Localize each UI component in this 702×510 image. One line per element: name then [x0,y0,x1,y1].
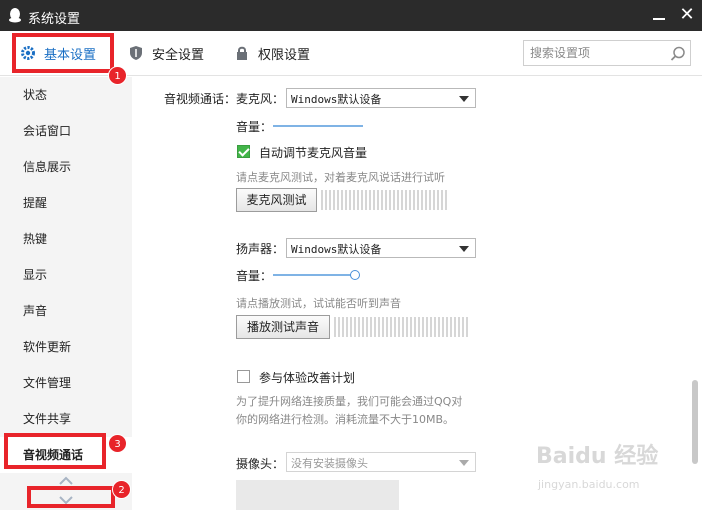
minimize-button[interactable] [648,4,670,26]
mic-level-meter [321,190,447,210]
watermark-logo-text: Baidu 经验 [536,444,659,469]
sidebar-item-sound[interactable]: 声音 [0,293,132,329]
tab-security-settings[interactable]: 安全设置 [128,40,204,66]
dropdown-arrow-icon [459,460,469,466]
auto-adjust-mic-checkbox[interactable] [237,145,250,158]
sidebar-item-display[interactable]: 显示 [0,257,132,293]
sidebar-item-chat-window[interactable]: 会话窗口 [0,113,132,149]
microphone-label: 麦克风： [236,92,285,106]
settings-search[interactable] [523,40,691,66]
speaker-volume-thumb[interactable] [349,270,360,280]
experience-program-checkbox[interactable] [237,370,250,383]
speaker-volume-label: 音量： [236,269,273,283]
speaker-device-value: Windows默认设备 [291,243,382,256]
annotation-box-av-call [4,433,106,469]
camera-device-value: 没有安装摄像头 [291,457,368,470]
sidebar-item-software-update[interactable]: 软件更新 [0,329,132,365]
camera-label: 摄像头： [236,457,285,471]
close-button[interactable]: ✕ [676,4,698,26]
shield-icon [130,46,142,60]
sidebar-item-info-display[interactable]: 信息展示 [0,149,132,185]
annotation-badge-1: 1 [108,66,127,85]
mic-test-button[interactable]: 麦克风测试 [236,188,317,212]
annotation-badge-3: 3 [108,434,127,453]
microphone-select[interactable]: Windows默认设备 [286,88,476,108]
av-section-label: 音视频通话： [164,92,237,106]
sidebar-item-file-management[interactable]: 文件管理 [0,365,132,401]
camera-preview [236,480,399,510]
mic-volume-slider[interactable] [273,125,363,127]
annotation-badge-2: 2 [112,480,131,499]
lock-icon [237,46,247,60]
speaker-volume-slider[interactable] [273,274,359,276]
experience-desc-line2: 你的网络进行检测。消耗流量不大于10MB。 [236,413,455,426]
experience-program-label: 参与体验改善计划 [259,371,356,385]
annotation-box-scroll-down [27,486,115,508]
search-input[interactable] [530,44,665,62]
speaker-label: 扬声器： [236,242,285,256]
tab-label: 安全设置 [152,47,205,63]
annotation-box-basic-settings [12,33,114,73]
speaker-test-button[interactable]: 播放测试声音 [236,315,330,339]
mic-test-hint: 请点麦克风测试，对着麦克风说话进行试听 [236,171,445,184]
speaker-test-hint: 请点播放测试，试试能否听到声音 [236,297,401,310]
microphone-device-value: Windows默认设备 [291,93,382,106]
title-bar: 系统设置 ✕ [0,0,702,31]
sidebar-item-file-sharing[interactable]: 文件共享 [0,401,132,437]
sidebar-item-hotkeys[interactable]: 热键 [0,221,132,257]
speaker-select[interactable]: Windows默认设备 [286,238,476,258]
camera-select: 没有安装摄像头 [286,452,476,472]
tab-label: 权限设置 [258,47,311,63]
search-icon[interactable] [669,45,687,63]
speaker-level-meter [334,317,468,337]
mic-volume-label: 音量： [236,120,273,134]
qq-penguin-icon [9,8,21,23]
dropdown-arrow-icon [459,246,469,252]
dropdown-arrow-icon [459,96,469,102]
experience-desc-line1: 为了提升网络连接质量，我们可能会通过QQ对 [236,395,463,408]
tab-permission-settings[interactable]: 权限设置 [234,40,310,66]
auto-adjust-mic-label: 自动调节麦克风音量 [259,146,368,160]
sidebar-item-reminder[interactable]: 提醒 [0,185,132,221]
watermark-url: jingyan.baidu.com [538,478,640,491]
baidu-jingyan-watermark: Baidu 经验 jingyan.baidu.com [536,438,696,500]
window-title: 系统设置 [28,12,81,27]
